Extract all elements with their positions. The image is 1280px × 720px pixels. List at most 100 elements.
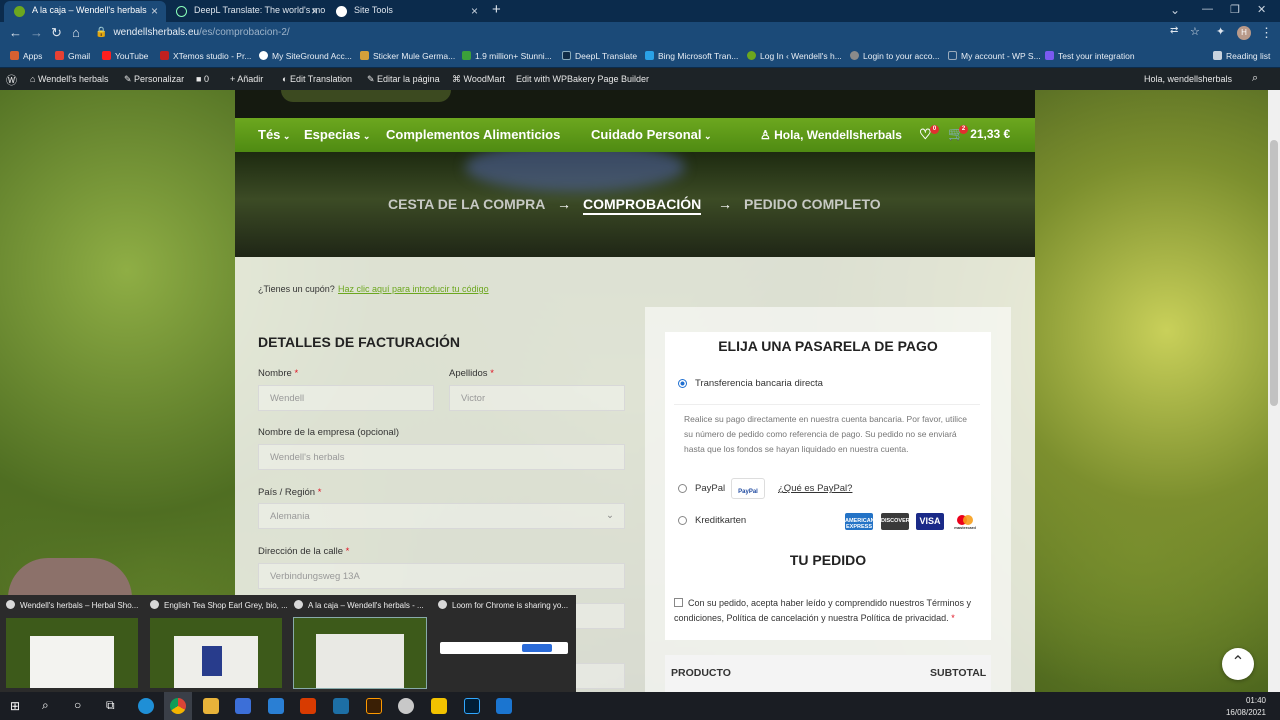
browser-tab-strip: A la caja – Wendell's herbals × DeepL Tr…: [0, 0, 1280, 22]
company-field[interactable]: Wendell's herbals: [258, 444, 625, 470]
sticky-notes-icon[interactable]: [431, 698, 447, 714]
last-name-field[interactable]: Victor: [449, 385, 625, 411]
back-icon[interactable]: ←: [9, 25, 22, 40]
app-icon[interactable]: [333, 698, 349, 714]
bookmark-gmail[interactable]: Gmail: [55, 51, 90, 61]
close-tab-icon[interactable]: ×: [471, 4, 478, 18]
paypal-label[interactable]: PayPal: [695, 483, 725, 494]
translate-icon[interactable]: ⇄: [1170, 25, 1178, 36]
clock-date[interactable]: 16/08/2021: [1226, 708, 1266, 717]
kebab-menu-icon[interactable]: ⋮: [1260, 25, 1273, 41]
account-link[interactable]: ♙ Hola, Wendellsherbals: [760, 128, 902, 142]
window-thumbnail[interactable]: [6, 618, 138, 688]
windows-start-icon[interactable]: ⊞: [10, 699, 20, 713]
close-tab-icon[interactable]: ×: [311, 4, 318, 18]
tab-deepl[interactable]: DeepL Translate: The world's mo ×: [166, 1, 326, 22]
tab-site-tools[interactable]: Site Tools ×: [326, 1, 486, 22]
admin-wpbakery[interactable]: Edit with WPBakery Page Builder: [516, 74, 649, 84]
step-checkout: COMPROBACIÓN: [583, 196, 702, 215]
new-tab-button[interactable]: +: [492, 1, 501, 18]
paypal-radio[interactable]: [678, 484, 687, 493]
wordpress-logo-icon[interactable]: Ⓦ: [6, 72, 17, 88]
extensions-icon[interactable]: ✦: [1216, 25, 1225, 38]
photoshop-icon[interactable]: [464, 698, 480, 714]
app-icon[interactable]: [398, 698, 414, 714]
admin-comments[interactable]: ■ 0: [196, 74, 209, 84]
admin-customize[interactable]: ✎ Personalizar: [124, 74, 184, 85]
bookmark-stunning[interactable]: 1.9 million+ Stunni...: [462, 51, 552, 61]
bookmark-deepl[interactable]: DeepL Translate: [562, 51, 637, 61]
menu-item-especias[interactable]: Especias ⌄: [304, 127, 370, 142]
step-cart[interactable]: CESTA DE LA COMPRA: [388, 196, 545, 212]
admin-site-name[interactable]: ⌂ Wendell's herbals: [30, 74, 109, 84]
credit-card-label[interactable]: Kreditkarten: [695, 515, 746, 526]
admin-edit-page[interactable]: ✎ Editar la página: [367, 74, 440, 85]
office-icon[interactable]: [300, 698, 316, 714]
wishlist-button[interactable]: ♡ 0: [919, 125, 939, 143]
bookmark-bing-translator[interactable]: Bing Microsoft Tran...: [645, 51, 738, 61]
bookmark-test-integration[interactable]: Test your integration: [1045, 51, 1135, 61]
preview-title[interactable]: Wendell's herbals – Herbal Sho...: [6, 600, 146, 610]
app-icon[interactable]: [496, 698, 512, 714]
menu-item-cuidado-personal[interactable]: Cuidado Personal ⌄: [591, 127, 712, 142]
close-tab-icon[interactable]: ×: [151, 4, 158, 18]
search-icon[interactable]: ⌕: [42, 698, 49, 713]
cortana-icon[interactable]: ○: [74, 698, 81, 712]
window-thumbnail[interactable]: [150, 618, 282, 688]
bookmark-apps[interactable]: Apps: [10, 51, 42, 61]
bookmark-wp-account[interactable]: My account - WP S...: [948, 51, 1041, 61]
street-field[interactable]: Verbindungsweg 13A: [258, 563, 625, 589]
preview-title[interactable]: A la caja – Wendell's herbals - ...: [294, 600, 434, 610]
admin-add-new[interactable]: + Añadir: [230, 74, 263, 84]
clock-time[interactable]: 01:40: [1246, 696, 1266, 705]
forward-icon[interactable]: →: [30, 25, 43, 40]
what-is-paypal-link[interactable]: ¿Qué es PayPal?: [778, 483, 852, 494]
bookmark-login-account[interactable]: Login to your acco...: [850, 51, 940, 61]
scrollbar-thumb[interactable]: [1270, 140, 1278, 406]
scroll-to-top-button[interactable]: ⌃: [1222, 648, 1254, 680]
loom-camera-bubble[interactable]: [8, 558, 132, 598]
chrome-icon[interactable]: [170, 698, 186, 714]
credit-card-radio[interactable]: [678, 516, 687, 525]
reading-list-button[interactable]: Reading list: [1213, 51, 1270, 61]
menu-item-tes[interactable]: Tés ⌄: [258, 127, 290, 142]
window-thumbnail[interactable]: [293, 617, 427, 689]
reload-icon[interactable]: ↻: [51, 25, 62, 41]
minimize-button[interactable]: —: [1202, 3, 1213, 15]
bookmark-star-icon[interactable]: ☆: [1190, 25, 1200, 38]
profile-avatar[interactable]: H: [1237, 26, 1251, 40]
amex-icon: AMERICAN EXPRESS: [845, 513, 875, 530]
tab-search-icon[interactable]: ⌄: [1170, 3, 1180, 17]
bank-transfer-radio[interactable]: [678, 379, 687, 388]
site-logo[interactable]: [281, 90, 451, 102]
bookmark-xtemos[interactable]: XTemos studio - Pr...: [160, 51, 251, 61]
search-icon[interactable]: ⌕: [1252, 72, 1258, 85]
preview-title[interactable]: Loom for Chrome is sharing yo...: [438, 600, 578, 610]
tab-a-la-caja[interactable]: A la caja – Wendell's herbals ×: [4, 1, 166, 22]
bookmark-sticker-mule[interactable]: Sticker Mule Germa...: [360, 51, 455, 61]
bookmark-wp-login[interactable]: Log In ‹ Wendell's h...: [747, 51, 842, 61]
menu-item-complementos[interactable]: Complementos Alimenticios: [386, 127, 560, 142]
window-thumbnail[interactable]: [438, 618, 570, 688]
coupon-link[interactable]: Haz clic aquí para introducir tu código: [338, 284, 489, 294]
bank-transfer-label[interactable]: Transferencia bancaria directa: [695, 378, 823, 389]
maximize-button[interactable]: ❐: [1230, 3, 1240, 16]
cart-button[interactable]: 🛒 2 21,33 €: [948, 125, 1010, 142]
edge-icon[interactable]: [138, 698, 154, 714]
task-view-icon[interactable]: ⧉: [106, 698, 115, 713]
admin-greeting[interactable]: Hola, wendellsherbals: [1144, 74, 1232, 84]
admin-edit-translation[interactable]: ◐ Edit Translation: [282, 74, 352, 84]
store-icon[interactable]: [235, 698, 251, 714]
bookmark-siteground[interactable]: My SiteGround Acc...: [259, 51, 352, 61]
bookmark-youtube[interactable]: YouTube: [102, 51, 148, 61]
country-select[interactable]: Alemania ⌄: [258, 503, 625, 529]
file-explorer-icon[interactable]: [203, 698, 219, 714]
admin-woodmart[interactable]: ⌘ WoodMart: [452, 74, 505, 85]
mail-icon[interactable]: [268, 698, 284, 714]
address-bar[interactable]: 🔒 wendellsherbals.eu/es/comprobacion-2/: [95, 27, 290, 42]
preview-title[interactable]: English Tea Shop Earl Grey, bio, ...: [150, 600, 290, 610]
close-window-button[interactable]: ✕: [1257, 3, 1266, 16]
home-icon[interactable]: ⌂: [72, 25, 80, 40]
first-name-field[interactable]: Wendell: [258, 385, 434, 411]
illustrator-icon[interactable]: [366, 698, 382, 714]
